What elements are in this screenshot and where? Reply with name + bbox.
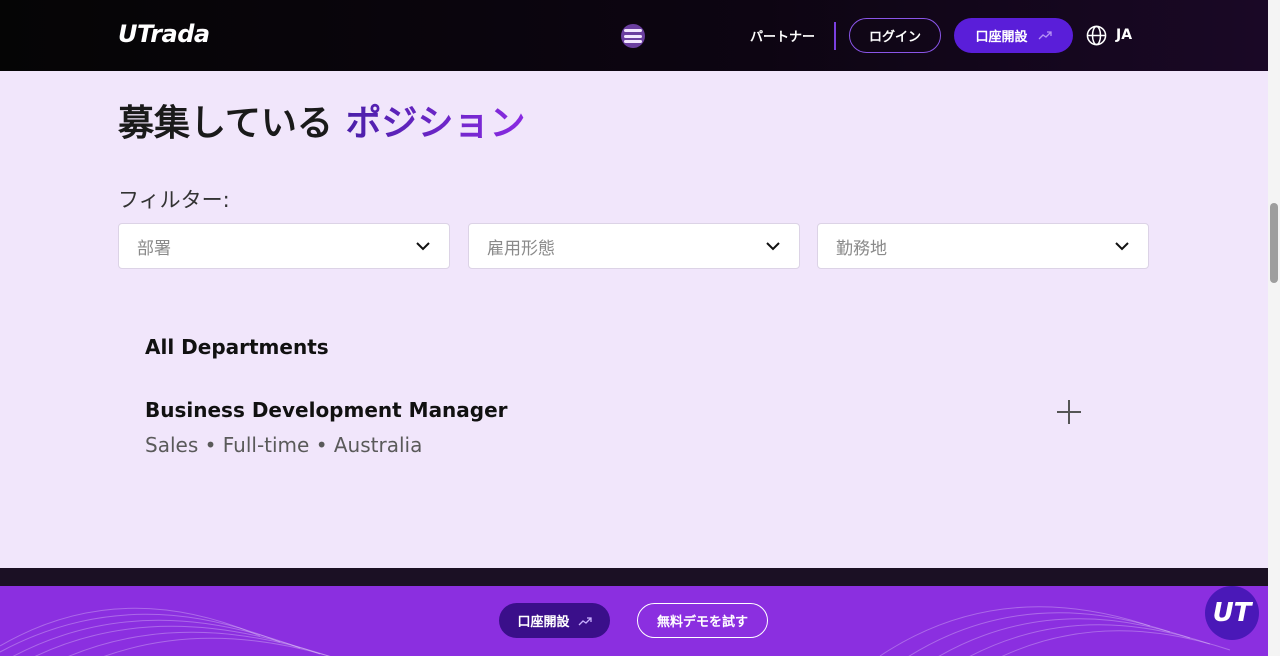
- utrada-logo[interactable]: UTrada: [118, 20, 210, 48]
- page-scrollbar[interactable]: [1268, 0, 1280, 656]
- scrollbar-thumb[interactable]: [1270, 203, 1278, 283]
- trending-up-icon: [578, 616, 592, 625]
- department-filter-placeholder: 部署: [137, 238, 171, 259]
- open-account-label: 口座開設: [975, 30, 1028, 45]
- footer-top-band: [0, 568, 1268, 586]
- chevron-down-icon: [416, 242, 430, 251]
- page-title-main: 募集している: [118, 103, 333, 144]
- job-meta: Sales • Full-time • Australia: [145, 433, 423, 457]
- cta-demo-button[interactable]: 無料デモを試す: [637, 603, 768, 638]
- login-button[interactable]: ログイン: [849, 18, 941, 53]
- job-title[interactable]: Business Development Manager: [145, 398, 508, 422]
- filter-label: フィルター:: [118, 188, 230, 212]
- department-filter[interactable]: 部署: [118, 223, 450, 269]
- employment-type-filter[interactable]: 雇用形態: [468, 223, 800, 269]
- menu-icon[interactable]: [621, 24, 645, 48]
- chevron-down-icon: [766, 242, 780, 251]
- location-filter[interactable]: 勤務地: [817, 223, 1149, 269]
- sticky-cta-bar: 口座開設 無料デモを試す: [0, 586, 1268, 656]
- page-title: 募集している ポジション: [118, 94, 525, 146]
- plus-icon[interactable]: [1055, 398, 1083, 426]
- chevron-down-icon: [1115, 242, 1129, 251]
- department-heading: All Departments: [145, 335, 329, 359]
- cta-open-account-label: 口座開設: [517, 615, 570, 630]
- language-selector[interactable]: JA: [1116, 27, 1132, 43]
- trending-up-icon: [1038, 29, 1052, 43]
- ut-chat-badge[interactable]: UT: [1205, 586, 1259, 640]
- employment-type-filter-placeholder: 雇用形態: [487, 238, 555, 259]
- cta-open-account-button[interactable]: 口座開設: [499, 603, 610, 638]
- partner-link[interactable]: パートナー: [750, 26, 815, 45]
- nav-divider: [834, 22, 836, 50]
- page-title-accent: ポジション: [345, 103, 526, 144]
- location-filter-placeholder: 勤務地: [836, 238, 887, 259]
- top-navbar: UTrada パートナー ログイン 口座開設 JA: [0, 0, 1268, 71]
- decorative-waves: [0, 606, 1231, 656]
- globe-icon[interactable]: [1086, 25, 1107, 46]
- open-account-button[interactable]: 口座開設: [954, 18, 1073, 53]
